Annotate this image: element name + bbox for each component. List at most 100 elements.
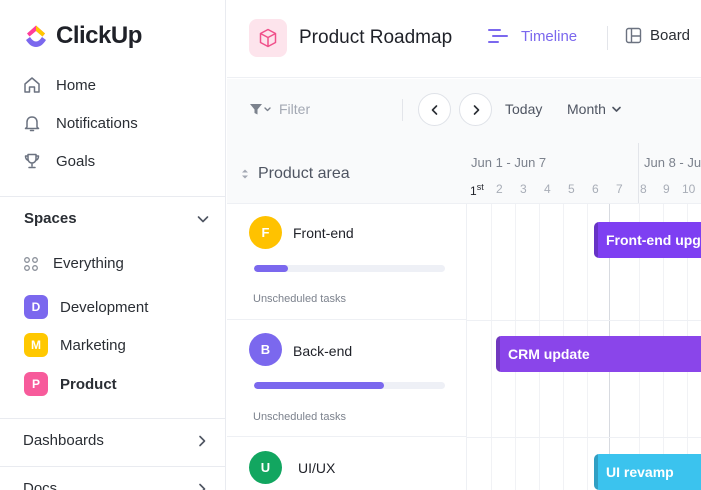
nav-notifications[interactable]: Notifications xyxy=(22,113,138,133)
week-label: Jun 1 - Jun 7 xyxy=(471,155,547,170)
nav-notifications-label: Notifications xyxy=(56,114,138,132)
nav-home-label: Home xyxy=(56,76,97,94)
progress-bar xyxy=(254,265,445,272)
date-header: Jun 1 - Jun 7 Jun 8 - Jun 14 1st 2 3 4 5… xyxy=(466,143,701,204)
product-area-sort[interactable]: Product area xyxy=(241,165,350,183)
space-badge: D xyxy=(24,295,48,319)
chevron-right-icon xyxy=(199,435,206,446)
tab-timeline[interactable]: Timeline xyxy=(487,27,577,45)
avatar: U xyxy=(249,451,282,484)
row-name: Back-end xyxy=(293,343,353,359)
timeline-icon xyxy=(488,29,508,43)
product-area-label: Product area xyxy=(258,165,350,182)
cube-icon xyxy=(259,28,277,48)
day-value: 1 xyxy=(470,184,477,198)
task-bar[interactable]: CRM update xyxy=(496,336,701,372)
grid-dots-icon xyxy=(24,256,38,271)
app-window: ClickUp Home Notifications Goals Spaces xyxy=(0,0,701,490)
space-product[interactable]: P Product xyxy=(24,372,117,396)
space-development[interactable]: D Development xyxy=(24,295,148,319)
tab-separator xyxy=(607,26,608,50)
tab-timeline-label: Timeline xyxy=(521,27,578,45)
tab-board[interactable]: Board xyxy=(625,27,690,44)
row-separator xyxy=(467,437,701,438)
space-label: Product xyxy=(60,375,117,393)
filter-label: Filter xyxy=(279,101,311,117)
docs-label: Docs xyxy=(23,480,58,490)
row-back-end[interactable]: B Back-end Unscheduled tasks xyxy=(227,320,466,437)
day-number: 10 xyxy=(682,182,696,196)
product-area-header: Product area xyxy=(227,143,466,204)
week-separator xyxy=(638,143,639,203)
logo-text: ClickUp xyxy=(56,22,142,49)
row-name: UI/UX xyxy=(298,460,336,476)
page-title: Product Roadmap xyxy=(299,27,453,48)
row-separator xyxy=(467,320,701,321)
chevron-right-icon xyxy=(199,483,206,490)
space-marketing[interactable]: M Marketing xyxy=(24,333,126,357)
week-label: Jun 8 - Jun 14 xyxy=(644,155,701,170)
clickup-logo-icon xyxy=(26,25,46,47)
day-number: 9 xyxy=(663,182,670,196)
space-label: Marketing xyxy=(60,336,126,354)
home-icon xyxy=(24,77,40,93)
day-number: 7 xyxy=(616,182,623,196)
space-badge: P xyxy=(24,372,48,396)
space-everything-label: Everything xyxy=(53,255,124,272)
chevron-right-icon xyxy=(473,104,479,115)
day-number: 2 xyxy=(496,182,503,196)
chevron-down-icon xyxy=(612,106,621,112)
space-label: Development xyxy=(60,298,149,316)
month-dropdown[interactable]: Month xyxy=(567,101,622,117)
nav-home[interactable]: Home xyxy=(22,75,96,95)
spaces-label: Spaces xyxy=(24,210,77,227)
filter-button[interactable]: Filter xyxy=(249,101,310,117)
progress-bar xyxy=(254,382,445,389)
day-number: 4 xyxy=(544,182,551,196)
sidebar: ClickUp Home Notifications Goals Spaces xyxy=(0,0,226,490)
sort-icon xyxy=(242,169,248,179)
day-number: 1st xyxy=(470,182,484,198)
today-button[interactable]: Today xyxy=(505,101,542,117)
toolbar-separator xyxy=(402,99,403,121)
month-label: Month xyxy=(567,101,606,117)
sidebar-dashboards[interactable]: Dashboards xyxy=(23,432,209,449)
board-icon xyxy=(625,27,642,44)
space-everything[interactable]: Everything xyxy=(23,255,124,272)
tab-board-label: Board xyxy=(650,27,691,44)
space-badge: M xyxy=(24,333,48,357)
sidebar-divider xyxy=(0,418,226,419)
project-icon xyxy=(249,19,287,57)
day-number: 3 xyxy=(520,182,527,196)
task-bar[interactable]: Front-end upg xyxy=(594,222,701,258)
day-suffix: st xyxy=(476,182,484,192)
nav-goals[interactable]: Goals xyxy=(22,151,95,171)
clickup-logo[interactable]: ClickUp xyxy=(22,22,142,50)
avatar: B xyxy=(249,333,282,366)
sidebar-docs[interactable]: Docs xyxy=(23,480,209,490)
day-number: 8 xyxy=(640,182,647,196)
page-header: Product Roadmap Timeline Board xyxy=(227,0,701,78)
unscheduled-tasks-link[interactable]: Unscheduled tasks xyxy=(253,293,346,305)
toolbar: Filter Today Month xyxy=(227,79,701,143)
spaces-header[interactable]: Spaces xyxy=(24,210,210,227)
unscheduled-tasks-link[interactable]: Unscheduled tasks xyxy=(253,411,346,423)
prev-button[interactable] xyxy=(418,93,451,126)
nav-goals-label: Goals xyxy=(56,152,96,170)
chevron-left-icon xyxy=(431,104,437,115)
row-ui-ux[interactable]: U UI/UX xyxy=(227,437,466,490)
row-name: Front-end xyxy=(293,225,354,241)
task-bar[interactable]: UI revamp xyxy=(594,454,701,490)
next-button[interactable] xyxy=(459,93,492,126)
progress-fill xyxy=(254,382,384,389)
day-number: 6 xyxy=(592,182,599,196)
row-front-end[interactable]: F Front-end Unscheduled tasks xyxy=(227,204,466,320)
chevron-down-icon xyxy=(197,215,209,222)
filter-icon xyxy=(250,104,271,115)
day-number: 5 xyxy=(568,182,575,196)
grid-line xyxy=(491,204,492,490)
timeline-grid: Front-end upg CRM update UI revamp xyxy=(466,204,701,490)
dashboards-label: Dashboards xyxy=(23,432,104,449)
progress-fill xyxy=(254,265,289,272)
sidebar-divider xyxy=(0,196,226,197)
